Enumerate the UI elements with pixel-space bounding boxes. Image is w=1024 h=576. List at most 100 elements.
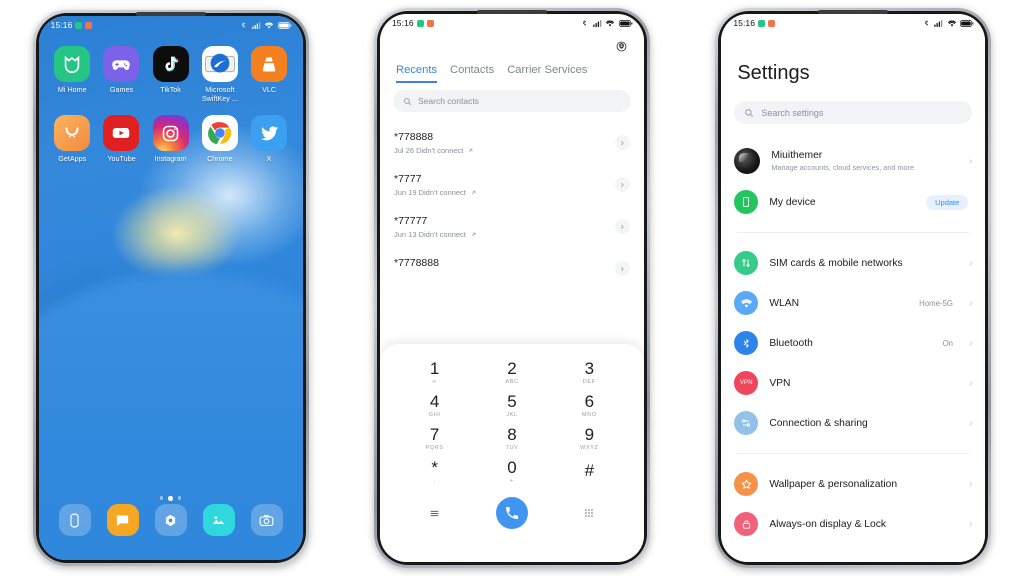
status-time: 15:16 <box>50 20 73 30</box>
chevron-right-icon: › <box>968 478 973 490</box>
settings-item-account[interactable]: Miuithemer Manage accounts, cloud servic… <box>721 140 985 182</box>
dialpad-toggle-button[interactable] <box>551 494 628 532</box>
tiktok-icon <box>152 46 189 82</box>
settings-gear-button[interactable] <box>615 40 628 58</box>
settings-item-wallpaper[interactable]: Wallpaper & personalization › <box>721 464 985 504</box>
app-swiftkey[interactable]: Microsoft SwiftKey ... <box>195 46 244 103</box>
call-details-button[interactable] <box>614 135 630 150</box>
table-row[interactable]: *7778888 <box>380 248 644 285</box>
dock-item-phone[interactable] <box>51 504 99 536</box>
search-placeholder: Search settings <box>761 107 824 118</box>
dialpad-key-8[interactable]: 8 TUV <box>473 422 550 455</box>
dialer-tabs: Recents Contacts Carrier Services <box>395 64 587 83</box>
app-x-twitter[interactable]: X <box>244 115 293 164</box>
chevron-right-icon: › <box>968 377 973 389</box>
dock-item-messages[interactable] <box>99 504 147 536</box>
dialpad-grid-icon <box>585 509 594 517</box>
search-contacts-input[interactable]: Search contacts <box>392 90 631 112</box>
dock-item-camera[interactable] <box>243 504 291 536</box>
dialpad-key-5[interactable]: 5 JKL <box>473 389 550 422</box>
dialpad-actions <box>396 494 628 532</box>
call-details-button[interactable] <box>614 261 630 276</box>
settings-item-vpn[interactable]: VPN VPN › <box>721 363 985 403</box>
settings-group-personalization: Wallpaper & personalization › Always-on … <box>721 460 985 548</box>
dialpad-key-6[interactable]: 6 MNO <box>551 389 628 422</box>
dialpad-key-7[interactable]: 7 PQRS <box>396 422 473 455</box>
page-dot[interactable] <box>177 496 182 500</box>
call-button[interactable] <box>495 497 528 529</box>
account-subtitle: Manage accounts, cloud services, and mor… <box>771 162 915 172</box>
menu-button[interactable] <box>396 494 473 532</box>
app-chrome[interactable]: Chrome <box>195 115 244 164</box>
settings-item-label: Always-on display & Lock <box>769 518 887 530</box>
app-youtube[interactable]: YouTube <box>97 115 146 164</box>
tab-recents[interactable]: Recents <box>395 64 438 83</box>
key-sub: GHI <box>428 412 441 419</box>
dialpad-key-4[interactable]: 4 GHI <box>396 389 473 422</box>
app-mi-home[interactable]: Mi Home <box>48 46 97 103</box>
settings-item-sim-cards[interactable]: SIM cards & mobile networks › <box>721 243 985 283</box>
settings-item-my-device[interactable]: My device Update <box>721 182 985 222</box>
dock-item-gallery[interactable] <box>195 504 243 536</box>
tab-carrier-services[interactable]: Carrier Services <box>507 64 587 83</box>
settings-item-label: My device <box>769 196 816 208</box>
key-sub: DEF <box>582 379 596 386</box>
call-meta-text: Jun 13 Didn't connect <box>393 230 466 239</box>
settings-list[interactable]: Miuithemer Manage accounts, cloud servic… <box>721 136 985 562</box>
dialpad-key-0[interactable]: 0 + <box>473 455 550 488</box>
gallery-dock-icon <box>202 504 235 536</box>
earpiece <box>818 10 889 14</box>
app-tiktok[interactable]: TikTok <box>146 46 195 103</box>
table-row[interactable]: *778888 Jul 26 Didn't connect <box>380 122 644 164</box>
key-number: 8 <box>507 424 517 444</box>
app-games[interactable]: Games <box>97 46 146 103</box>
settings-item-always-on-display[interactable]: Always-on display & Lock › <box>721 504 985 544</box>
dialpad-key-1[interactable]: 1 ∞ <box>396 356 473 389</box>
lock-screen-icon <box>734 512 759 536</box>
app-label: GetApps <box>58 154 87 163</box>
youtube-icon <box>103 115 140 151</box>
status-badge[interactable]: Update <box>926 194 969 210</box>
key-sub: + <box>510 478 514 485</box>
wifi-icon <box>265 21 274 28</box>
phone-icon <box>734 190 759 214</box>
dialpad-key-2[interactable]: 2 ABC <box>473 356 550 389</box>
app-vlc[interactable]: VLC <box>244 46 293 103</box>
app-label: Microsoft SwiftKey ... <box>201 85 238 103</box>
call-button-wrap[interactable] <box>473 494 550 532</box>
settings-item-bluetooth[interactable]: Bluetooth On › <box>721 323 985 363</box>
recent-calls-list[interactable]: *778888 Jul 26 Didn't connect *7777 Jun … <box>380 122 644 366</box>
key-number: 7 <box>429 424 440 444</box>
dialpad-key-9[interactable]: 9 WXYZ <box>551 422 628 455</box>
app-getapps[interactable]: GetApps <box>48 115 97 164</box>
messages-dock-icon <box>106 504 139 536</box>
tab-contacts[interactable]: Contacts <box>450 64 494 83</box>
settings-item-connection-sharing[interactable]: Connection & sharing › <box>721 403 985 443</box>
call-details-button[interactable] <box>614 219 630 234</box>
bluetooth-icon <box>241 22 246 28</box>
dock-item-browser[interactable] <box>147 504 195 536</box>
page-dot[interactable] <box>159 496 164 500</box>
settings-item-wlan[interactable]: WLAN Home-5G › <box>721 283 985 323</box>
call-details-button[interactable] <box>614 177 630 192</box>
dialpad-key-star[interactable]: *, <box>396 455 473 488</box>
wifi-icon <box>734 291 759 315</box>
wifi-icon <box>947 19 956 26</box>
star-icon <box>734 472 759 496</box>
page-dot-active[interactable] <box>168 496 173 501</box>
games-icon <box>103 46 140 82</box>
vlc-icon <box>251 46 288 82</box>
call-meta-text: Jun 19 Didn't connect <box>393 188 466 197</box>
signal-icon <box>593 19 602 27</box>
search-settings-input[interactable]: Search settings <box>734 101 973 124</box>
dialer-screen: 15:16 Recents Contacts Carrier Services … <box>379 14 644 562</box>
phone-home: 15:16 Mi Home Games TikTok Microsoft Swi… <box>32 10 309 566</box>
dialpad-key-hash[interactable]: # <box>551 455 628 488</box>
divider <box>737 232 970 233</box>
app-instagram[interactable]: Instagram <box>146 115 195 164</box>
table-row[interactable]: *77777 Jun 13 Didn't connect <box>380 206 644 248</box>
table-row[interactable]: *7777 Jun 19 Didn't connect <box>380 164 644 206</box>
search-icon <box>404 97 412 105</box>
call-icon <box>505 507 519 520</box>
dialpad-key-3[interactable]: 3 DEF <box>551 356 628 389</box>
